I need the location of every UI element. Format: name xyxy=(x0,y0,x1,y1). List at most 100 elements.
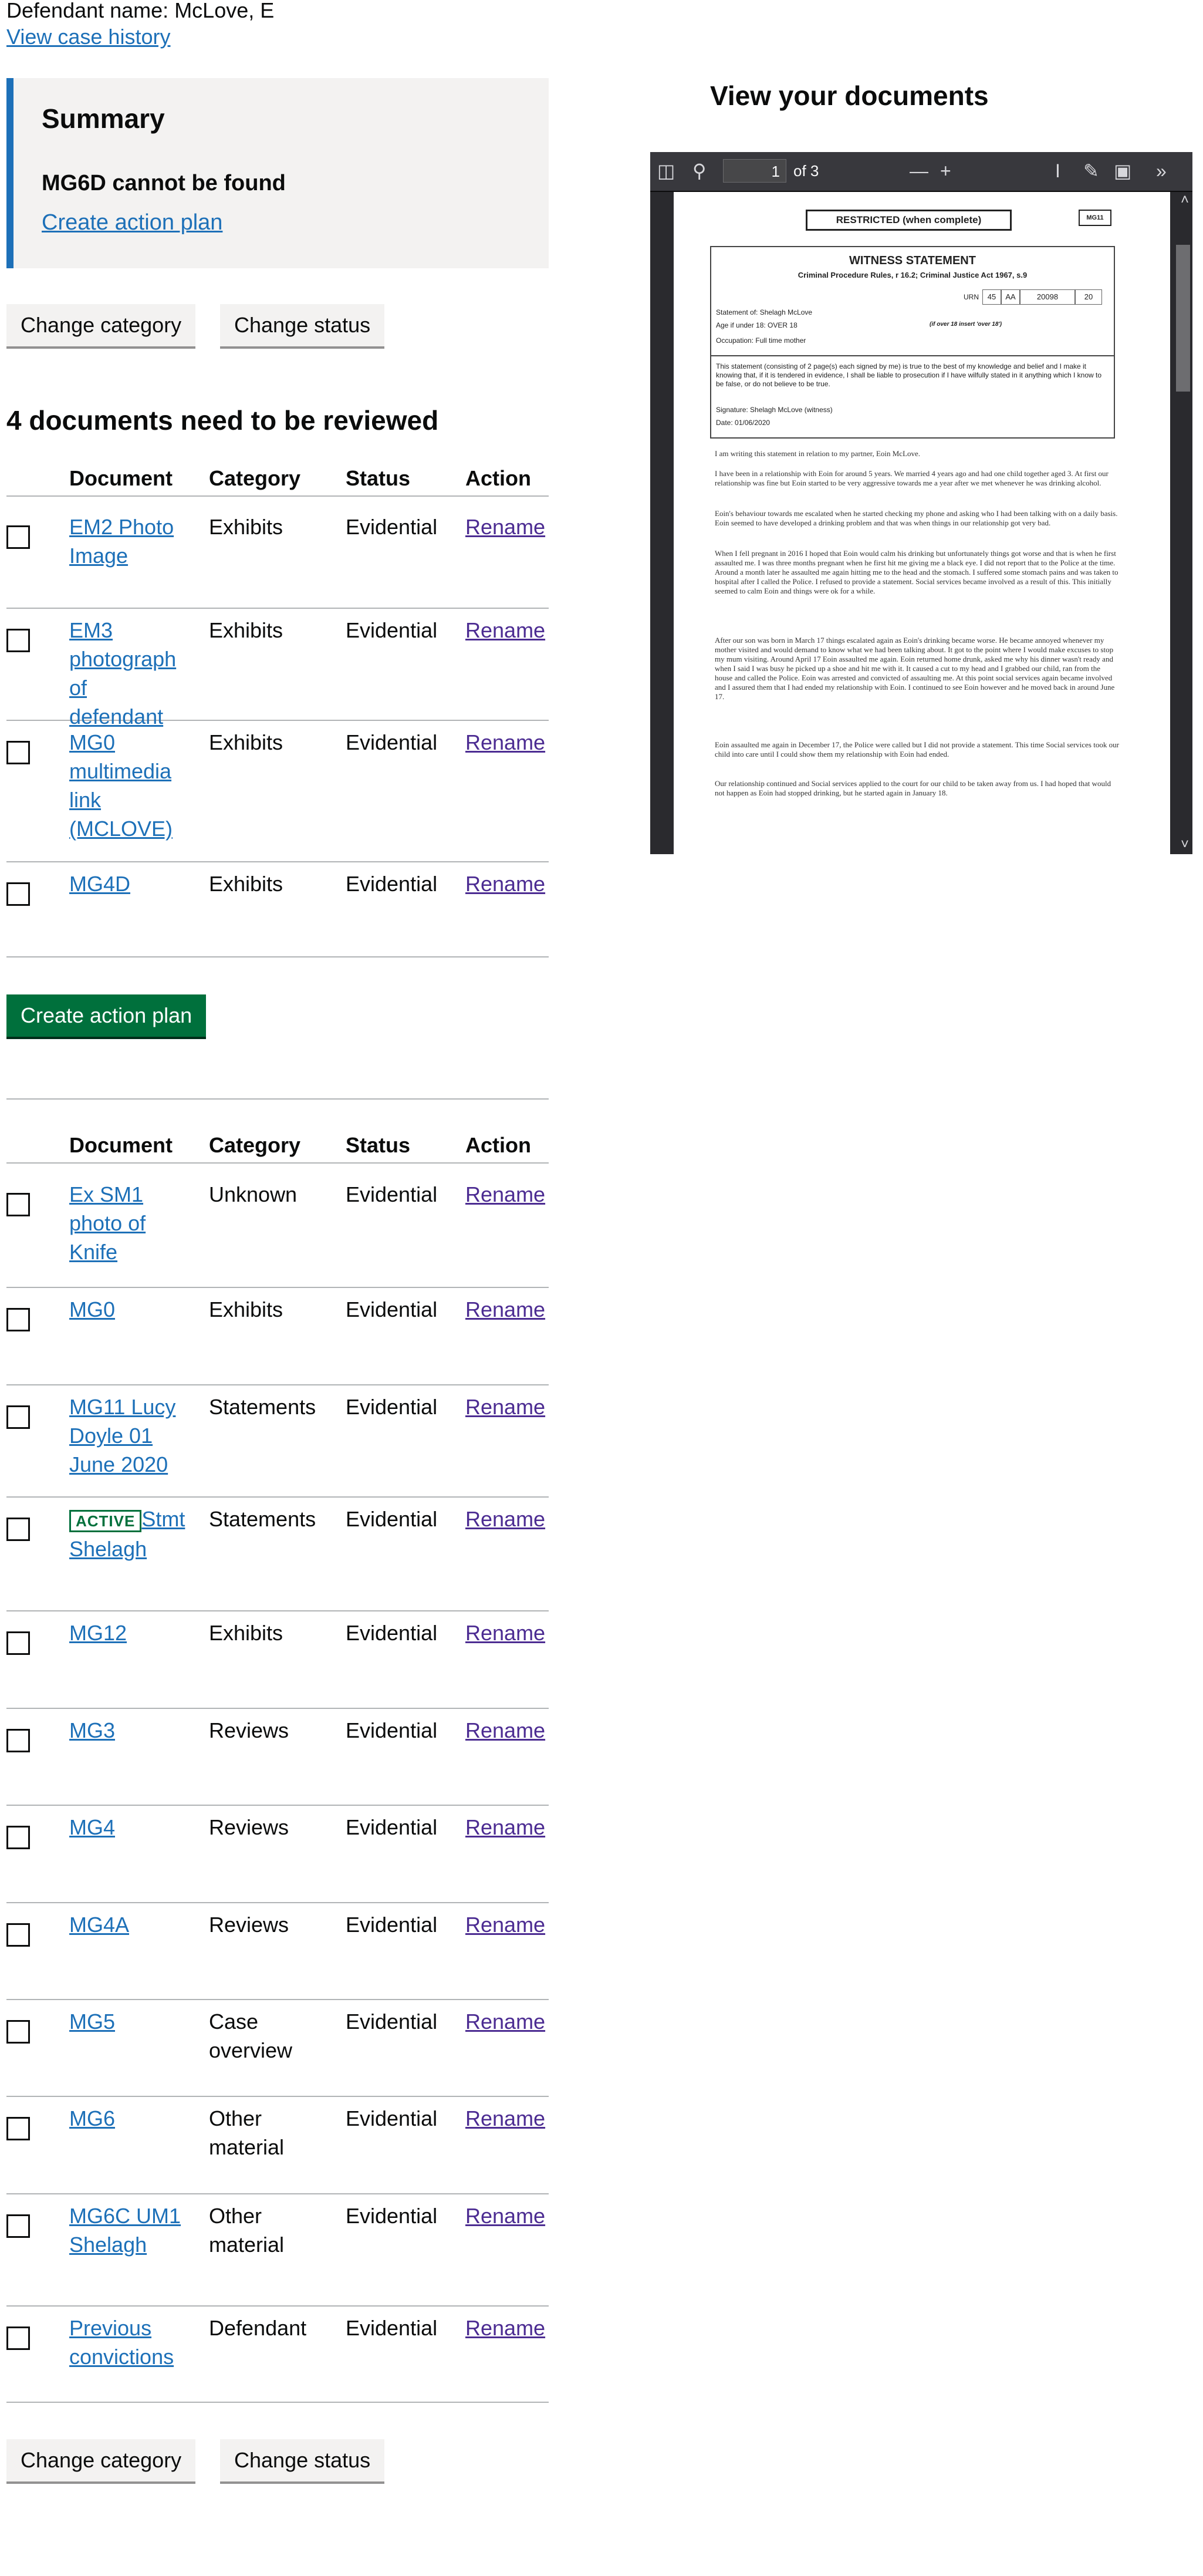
scrollbar-thumb[interactable] xyxy=(1176,245,1190,392)
row-checkbox[interactable] xyxy=(6,1518,30,1541)
document-link[interactable]: MG0 xyxy=(69,1297,115,1321)
rename-link[interactable]: Rename xyxy=(465,1180,545,1209)
category-cell: Exhibits xyxy=(209,618,283,642)
pdf-scrollbar[interactable]: ˄ ˅ xyxy=(1174,192,1192,854)
pdf-canvas[interactable]: RESTRICTED (when complete) MG11 WITNESS … xyxy=(650,192,1192,854)
rename-link[interactable]: Rename xyxy=(465,1505,545,1533)
change-status-button-bottom[interactable]: Change status xyxy=(220,2439,385,2481)
summary-create-action-plan-link[interactable]: Create action plan xyxy=(42,210,222,235)
draw-icon[interactable]: ✎ xyxy=(1083,160,1099,181)
status-cell: Evidential xyxy=(346,872,438,896)
column-header: Category xyxy=(209,1133,301,1157)
row-checkbox[interactable] xyxy=(6,629,30,652)
zoom-out-icon[interactable]: — xyxy=(910,160,928,181)
document-cell: ACTIVE Stmt Shelagh xyxy=(69,1505,187,1563)
rename-link[interactable]: Rename xyxy=(465,512,545,541)
change-category-button-bottom[interactable]: Change category xyxy=(6,2439,196,2481)
rename-link[interactable]: Rename xyxy=(465,869,545,898)
search-icon[interactable]: ⚲ xyxy=(692,160,706,181)
row-checkbox[interactable] xyxy=(6,2214,30,2238)
row-checkbox[interactable] xyxy=(6,1826,30,1849)
scroll-up-icon[interactable]: ˄ xyxy=(1181,192,1189,208)
change-category-button-top[interactable]: Change category xyxy=(6,304,196,346)
summary-title: Summary xyxy=(42,103,165,134)
table-row: ACTIVE Stmt Shelagh Statements Evidential Re… xyxy=(6,1496,549,1611)
row-checkbox[interactable] xyxy=(6,525,30,549)
category-cell: Statements xyxy=(209,1507,316,1531)
urn-part: 45 xyxy=(982,289,1001,305)
view-case-history-link[interactable]: View case history xyxy=(6,25,170,49)
more-tools-icon[interactable]: » xyxy=(1156,160,1167,181)
row-checkbox[interactable] xyxy=(6,2020,30,2044)
category-cell: Reviews xyxy=(209,1718,289,1742)
rename-link[interactable]: Rename xyxy=(465,2007,545,2036)
rename-link[interactable]: Rename xyxy=(465,728,545,757)
table-row: EM3 photograph of defendant Exhibits Evide… xyxy=(6,608,549,729)
rename-link[interactable]: Rename xyxy=(465,2201,545,2230)
table-row: MG6 Other material Evidential Rename xyxy=(6,2096,549,2194)
document-link[interactable]: MG11 Lucy Doyle 01 June 2020 xyxy=(69,1395,175,1476)
change-status-button-top[interactable]: Change status xyxy=(220,304,385,346)
category-cell: Defendant xyxy=(209,2316,307,2340)
summary-message: MG6D cannot be found xyxy=(42,171,286,195)
text-cursor-icon[interactable]: I xyxy=(1055,160,1060,181)
category-cell: Reviews xyxy=(209,1815,289,1839)
row-checkbox[interactable] xyxy=(6,1308,30,1331)
row-checkbox[interactable] xyxy=(6,2117,30,2140)
document-link[interactable]: MG12 xyxy=(69,1621,127,1645)
row-checkbox[interactable] xyxy=(6,1923,30,1947)
table-row: MG4A Reviews Evidential Rename xyxy=(6,1902,549,2000)
category-cell: Case overview xyxy=(209,2009,293,2062)
row-checkbox[interactable] xyxy=(6,882,30,906)
statement-date: Date: 01/06/2020 xyxy=(716,419,771,427)
document-link[interactable]: EM3 photograph of defendant xyxy=(69,618,176,729)
row-checkbox[interactable] xyxy=(6,2327,30,2350)
rename-link[interactable]: Rename xyxy=(465,2104,545,2133)
document-link[interactable]: Ex SM1 photo of Knife xyxy=(69,1182,146,1264)
urn-part: 20098 xyxy=(1020,289,1075,305)
table-row: MG5 Case overview Evidential Rename xyxy=(6,1999,549,2097)
statement-occupation: Occupation: Full time mother xyxy=(716,336,806,345)
rename-link[interactable]: Rename xyxy=(465,1295,545,1324)
row-checkbox[interactable] xyxy=(6,741,30,764)
page-number-input[interactable]: 1 xyxy=(723,159,786,183)
statement-of: Statement of: Shelagh McLove xyxy=(716,308,813,316)
document-link[interactable]: MG3 xyxy=(69,1718,115,1742)
document-link[interactable]: Previous convictions xyxy=(69,2316,174,2369)
document-link[interactable]: MG4 xyxy=(69,1815,115,1839)
document-link[interactable]: MG4D xyxy=(69,872,130,896)
category-cell: Other material xyxy=(209,2106,285,2159)
zoom-in-icon[interactable]: + xyxy=(940,160,951,181)
document-link[interactable]: MG5 xyxy=(69,2009,115,2034)
pdf-toolbar: ◫ ⚲ 1 of 3 — + I ✎ ▣ » xyxy=(650,152,1192,192)
scroll-down-icon[interactable]: ˅ xyxy=(1181,837,1189,853)
row-checkbox[interactable] xyxy=(6,1193,30,1216)
rename-link[interactable]: Rename xyxy=(465,616,545,645)
document-link[interactable]: MG6C UM1 Shelagh xyxy=(69,2204,181,2257)
document-cell: MG5 xyxy=(69,2007,187,2036)
rename-link[interactable]: Rename xyxy=(465,2314,545,2342)
sidebar-toggle-icon[interactable]: ◫ xyxy=(657,160,675,181)
column-header: Document xyxy=(69,466,173,490)
page-count: of 3 xyxy=(793,162,819,180)
column-header: Category xyxy=(209,466,301,490)
rename-link[interactable]: Rename xyxy=(465,1716,545,1745)
create-action-plan-button[interactable]: Create action plan xyxy=(6,994,207,1037)
status-cell: Evidential xyxy=(346,730,438,754)
row-checkbox[interactable] xyxy=(6,1729,30,1752)
row-checkbox[interactable] xyxy=(6,1405,30,1429)
rename-link[interactable]: Rename xyxy=(465,1813,545,1842)
rename-link[interactable]: Rename xyxy=(465,1619,545,1647)
document-cell: MG3 xyxy=(69,1716,187,1745)
document-link[interactable]: MG0 multimedia link (MCLOVE) xyxy=(69,730,173,841)
rename-link[interactable]: Rename xyxy=(465,1392,545,1421)
document-link[interactable]: MG4A xyxy=(69,1913,129,1937)
pdf-viewer: ◫ ⚲ 1 of 3 — + I ✎ ▣ » RESTRICTED (when … xyxy=(650,152,1192,854)
table-row: MG11 Lucy Doyle 01 June 2020 Statements Ev… xyxy=(6,1384,549,1498)
document-link[interactable]: MG6 xyxy=(69,2106,115,2130)
document-link[interactable]: EM2 Photo Image xyxy=(69,515,174,568)
rename-link[interactable]: Rename xyxy=(465,1910,545,1939)
image-icon[interactable]: ▣ xyxy=(1114,160,1131,181)
row-checkbox[interactable] xyxy=(6,1631,30,1655)
viewer-title: View your documents xyxy=(710,80,989,111)
